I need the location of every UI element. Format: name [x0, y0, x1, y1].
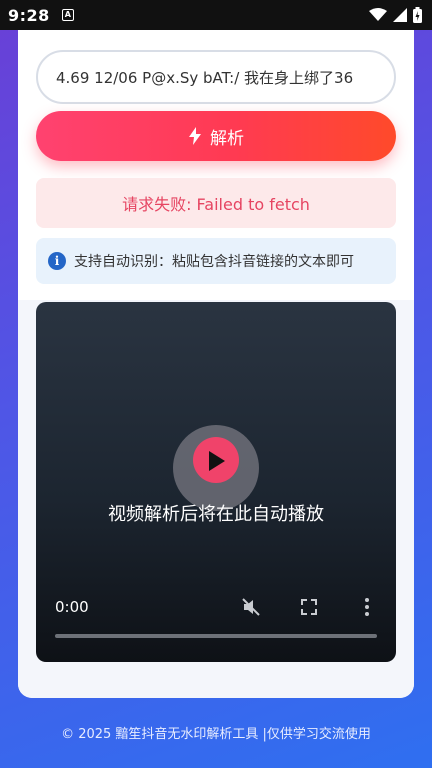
parse-button[interactable]: 解析	[36, 111, 396, 161]
mute-icon[interactable]	[240, 596, 262, 618]
status-time: 9:28	[8, 5, 50, 25]
video-player[interactable]: 视频解析后将在此自动播放 0:00	[36, 302, 396, 662]
fullscreen-icon[interactable]	[298, 596, 320, 618]
footer-text: © 2025 黯笙抖音无水印解析工具 |仅供学习交流使用	[61, 727, 371, 742]
status-icons	[369, 7, 422, 23]
video-current-time: 0:00	[55, 598, 89, 616]
link-input[interactable]: 4.69 12/06 P@x.Sy bAT:/ 我在身上绑了36	[36, 50, 396, 104]
error-message: 请求失败: Failed to fetch	[36, 178, 396, 228]
info-text: 支持自动识别：粘贴包含抖音链接的文本即可	[74, 254, 354, 270]
bolt-icon	[189, 127, 201, 145]
more-options-icon[interactable]	[356, 596, 378, 618]
info-icon: i	[48, 252, 66, 270]
status-bar: 9:28 A	[0, 0, 432, 30]
video-progress-bar[interactable]	[55, 634, 377, 638]
parse-button-label: 解析	[210, 128, 244, 149]
battery-icon	[413, 7, 422, 23]
play-button[interactable]	[173, 425, 259, 511]
error-text: 请求失败: Failed to fetch	[122, 195, 310, 214]
video-controls: 0:00	[36, 584, 396, 662]
play-icon	[209, 451, 225, 471]
link-input-value: 4.69 12/06 P@x.Sy bAT:/ 我在身上绑了36	[56, 68, 354, 87]
wifi-icon	[369, 8, 387, 21]
info-tip: i 支持自动识别：粘贴包含抖音链接的文本即可	[36, 238, 396, 284]
main-card: 4.69 12/06 P@x.Sy bAT:/ 我在身上绑了36 解析 请求失败…	[18, 30, 414, 698]
video-placeholder-caption: 视频解析后将在此自动播放	[108, 504, 324, 525]
signal-icon	[393, 8, 407, 22]
notification-icon: A	[61, 9, 74, 21]
